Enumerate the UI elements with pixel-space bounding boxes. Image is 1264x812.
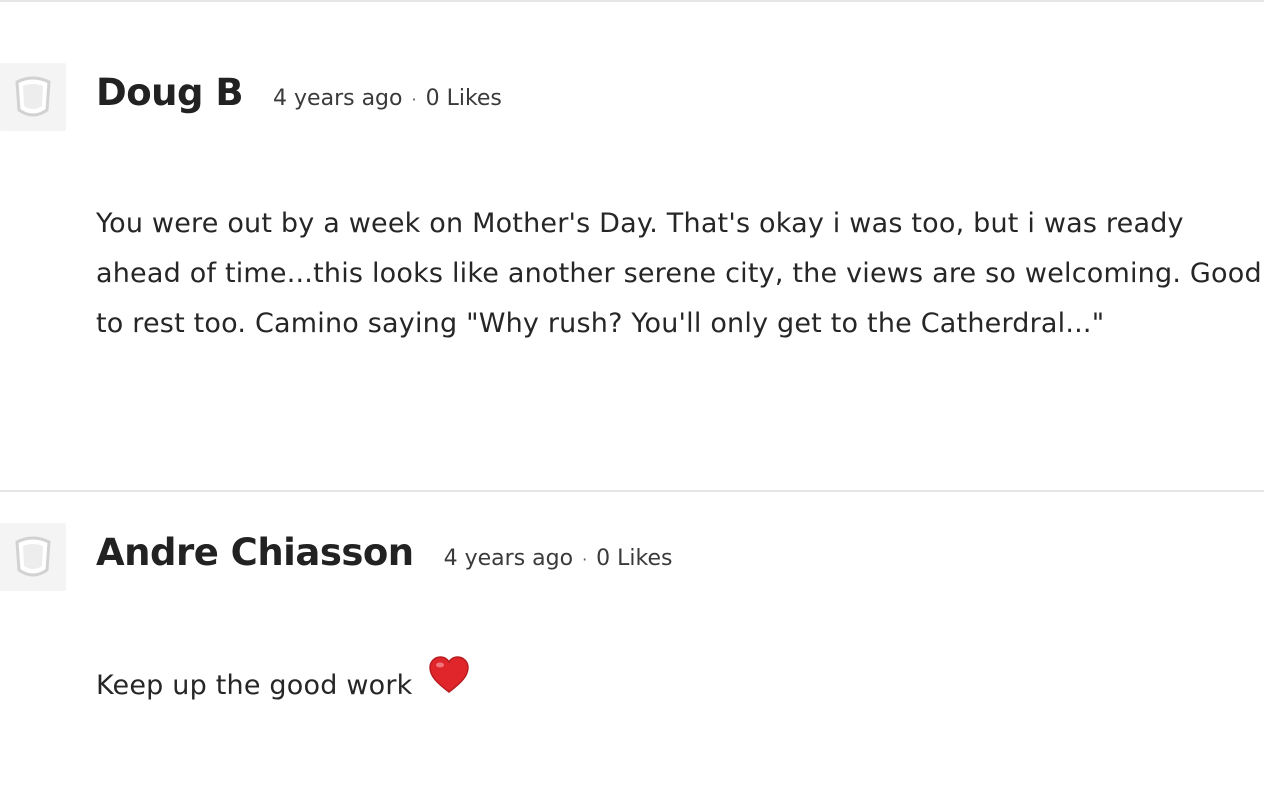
comment-timestamp[interactable]: 4 years ago [444, 546, 573, 571]
likes-count[interactable]: 0 Likes [426, 86, 502, 111]
divider [0, 0, 1264, 2]
red-heart-icon [429, 656, 470, 711]
comment-body: You were out by a week on Mother's Day. … [96, 208, 1262, 339]
meta-separator: · [582, 550, 588, 569]
divider [0, 490, 1264, 492]
comments-section: Doug B 4 years ago · 0 Likes You were ou… [0, 0, 1264, 812]
meta-separator: · [411, 90, 417, 109]
default-avatar-icon [15, 536, 51, 577]
avatar[interactable] [0, 63, 66, 131]
default-avatar-icon [15, 76, 51, 117]
comment-text: Keep up the good work [96, 670, 413, 701]
comment-author[interactable]: Doug B [96, 71, 244, 114]
comment-timestamp[interactable]: 4 years ago [273, 86, 402, 111]
comment-meta: 4 years ago · 0 Likes [273, 86, 502, 111]
comment-header: Andre Chiasson 4 years ago · 0 Likes [96, 531, 672, 574]
comment-meta: 4 years ago · 0 Likes [444, 546, 673, 571]
comment-author[interactable]: Andre Chiasson [96, 531, 414, 574]
comment-body: Keep up the good work [96, 656, 1264, 714]
likes-count[interactable]: 0 Likes [596, 546, 672, 571]
avatar[interactable] [0, 523, 66, 591]
comment-header: Doug B 4 years ago · 0 Likes [96, 71, 502, 114]
